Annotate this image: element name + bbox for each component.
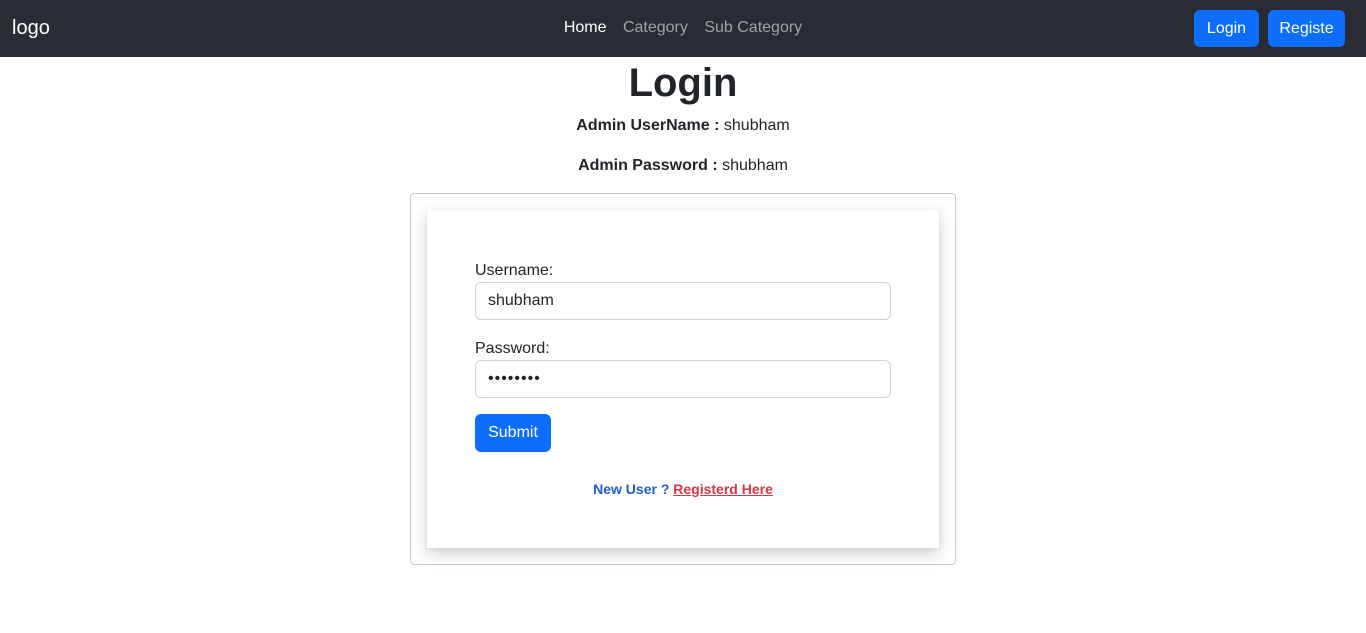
admin-username-label: Admin UserName : (576, 117, 720, 134)
nav-link-category[interactable]: Category (623, 18, 688, 38)
username-label: Username: (475, 262, 554, 279)
navbar: logo Home Category Sub Category Login Re… (0, 0, 1366, 57)
new-user-text: New User ? (593, 481, 670, 497)
admin-username-info: Admin UserName : shubham (0, 116, 1366, 136)
nav-links: Home Category Sub Category (0, 18, 1366, 38)
nav-link-home[interactable]: Home (564, 18, 607, 38)
submit-button[interactable]: Submit (475, 414, 551, 452)
admin-password-info: Admin Password : shubham (0, 156, 1366, 176)
page-title: Login (628, 61, 738, 105)
admin-password-value: shubham (722, 157, 788, 174)
nav-login-button[interactable]: Login (1194, 10, 1259, 47)
admin-password-label: Admin Password : (578, 157, 718, 174)
nav-link-sub-category[interactable]: Sub Category (704, 18, 802, 38)
register-link[interactable]: Registerd Here (673, 481, 773, 497)
admin-username-value: shubham (723, 117, 790, 134)
nav-register-button[interactable]: Registe (1268, 10, 1345, 47)
password-label: Password: (475, 340, 550, 357)
register-prompt: New User ? Registerd Here (427, 480, 939, 498)
password-input[interactable] (475, 360, 891, 398)
username-input[interactable] (475, 282, 891, 320)
